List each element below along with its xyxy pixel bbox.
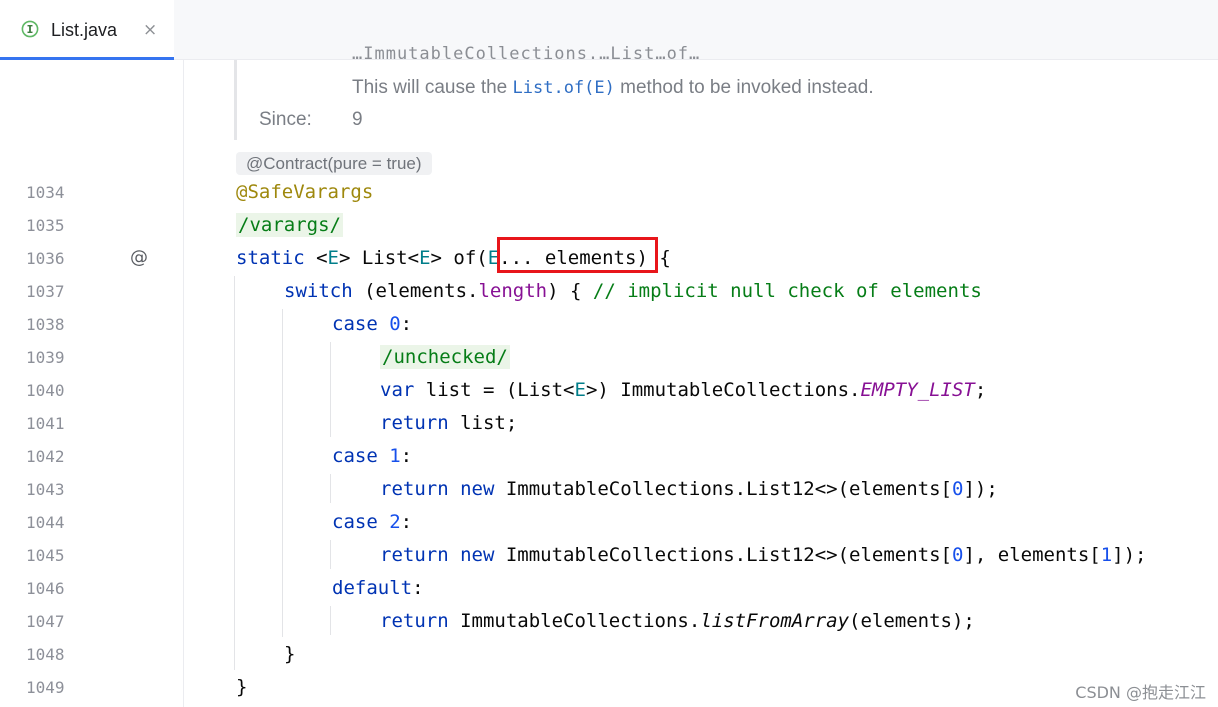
- tab-list-java[interactable]: List.java ×: [0, 0, 174, 60]
- line-number: 1047: [26, 612, 65, 631]
- code-line[interactable]: /varargs/: [236, 213, 343, 237]
- line-number: 1043: [26, 480, 65, 499]
- annotation: @SafeVarargs: [236, 181, 374, 203]
- code-line[interactable]: return ImmutableCollections.listFromArra…: [380, 610, 975, 632]
- line-number: 1048: [26, 645, 65, 664]
- doc-since-value: 9: [352, 109, 363, 130]
- code-line[interactable]: /unchecked/: [380, 345, 510, 369]
- line-number: 1040: [26, 381, 65, 400]
- varargs-badge: /varargs/: [236, 213, 343, 237]
- close-icon[interactable]: ×: [143, 19, 157, 41]
- watermark: CSDN @抱走江江: [1075, 683, 1206, 702]
- line-number: 1041: [26, 414, 65, 433]
- code-comment: // implicit null check of elements: [592, 280, 982, 302]
- indent-guide: [234, 276, 235, 670]
- indent-guide: [330, 474, 331, 503]
- line-number: 1044: [26, 513, 65, 532]
- code-line[interactable]: case 2:: [332, 511, 412, 533]
- code-line[interactable]: }: [236, 676, 247, 698]
- red-highlight-box: [497, 237, 658, 273]
- code-line[interactable]: switch (elements.length) { // implicit n…: [284, 280, 982, 302]
- contract-inlay-hint: @Contract(pure = true): [236, 152, 432, 175]
- code-line[interactable]: case 0:: [332, 313, 412, 335]
- line-number: 1036: [26, 249, 65, 268]
- code-line[interactable]: return new ImmutableCollections.List12<>…: [380, 544, 1147, 566]
- doc-description: This will cause the List.of(E) method to…: [352, 77, 874, 98]
- interface-icon: [21, 20, 39, 38]
- line-number: 1049: [26, 678, 65, 697]
- line-number: 1046: [26, 579, 65, 598]
- doc-cut-line: …ImmutableCollections.…List…of…: [352, 44, 701, 62]
- unchecked-badge: /unchecked/: [380, 345, 510, 369]
- code-line[interactable]: @SafeVarargs: [236, 181, 373, 203]
- editor-gutter: 1034 1035 1036 1037 1038 1039 1040 1041 …: [0, 60, 184, 707]
- indent-guide: [282, 309, 283, 637]
- line-number: 1038: [26, 315, 65, 334]
- indent-guide: [330, 606, 331, 635]
- code-line[interactable]: return new ImmutableCollections.List12<>…: [380, 478, 998, 500]
- code-line[interactable]: return list;: [380, 412, 517, 434]
- indent-guide: [330, 342, 331, 437]
- line-number: 1034: [26, 183, 65, 202]
- doc-code-link[interactable]: List.of(E): [513, 78, 615, 98]
- code-line[interactable]: default:: [332, 577, 424, 599]
- code-line[interactable]: }: [284, 643, 295, 665]
- doc-comment-bar: [234, 60, 237, 140]
- code-line[interactable]: case 1:: [332, 445, 412, 467]
- line-number: 1035: [26, 216, 65, 235]
- tab-label: List.java: [51, 20, 118, 40]
- line-number: 1045: [26, 546, 65, 565]
- code-line[interactable]: var list = (List<E>) ImmutableCollection…: [380, 379, 986, 401]
- line-number: 1039: [26, 348, 65, 367]
- doc-since-label: Since:: [259, 109, 312, 130]
- implements-marker-icon[interactable]: @: [128, 248, 150, 270]
- line-number: 1037: [26, 282, 65, 301]
- line-number: 1042: [26, 447, 65, 466]
- indent-guide: [330, 540, 331, 569]
